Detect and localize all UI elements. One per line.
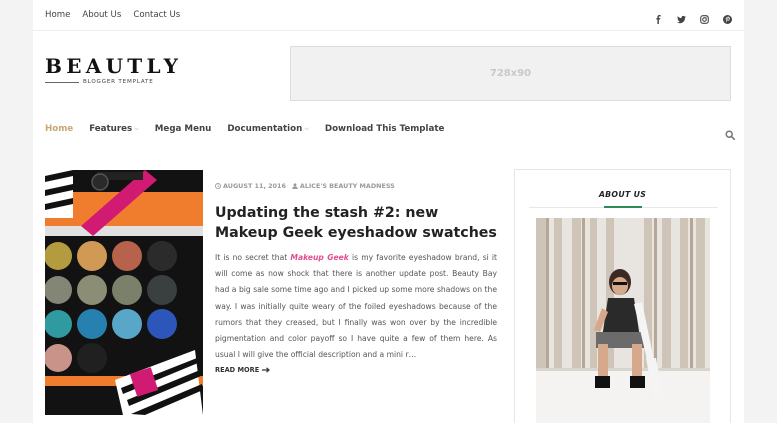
instagram-icon[interactable] xyxy=(700,9,709,24)
widget-title: ABOUT US xyxy=(598,190,647,199)
post-thumbnail[interactable] xyxy=(45,170,203,415)
logo-title: BEAUTLY xyxy=(45,54,183,78)
twitter-icon[interactable] xyxy=(677,9,686,24)
top-bar: Home About Us Contact Us xyxy=(33,0,744,31)
post-excerpt: It is no secret that Makeup Geek is my f… xyxy=(215,253,498,360)
post-author[interactable]: ALICE'S BEAUTY MADNESS xyxy=(292,182,395,190)
chevron-down-icon: ⌵ xyxy=(134,125,139,132)
top-nav-about-us[interactable]: About Us xyxy=(82,10,121,20)
about-us-image xyxy=(536,218,710,423)
social-links xyxy=(654,9,732,24)
pinterest-icon[interactable] xyxy=(723,9,732,24)
top-nav-contact-us[interactable]: Contact Us xyxy=(133,10,180,20)
ad-banner[interactable]: 728x90 xyxy=(290,46,731,101)
nav-item-mega-menu[interactable]: Mega Menu xyxy=(155,124,212,134)
excerpt-link[interactable]: Makeup Geek xyxy=(290,253,348,262)
facebook-icon[interactable] xyxy=(654,9,663,24)
top-nav-home[interactable]: Home xyxy=(45,10,70,20)
nav-item-documentation[interactable]: Documentation ⌵ xyxy=(227,124,309,134)
post-title[interactable]: Updating the stash #2: new Makeup Geek e… xyxy=(215,203,505,243)
post-meta: AUGUST 11, 2016 ALICE'S BEAUTY MADNESS xyxy=(215,182,395,190)
nav-item-download-template[interactable]: Download This Template xyxy=(325,124,445,134)
user-icon xyxy=(292,183,298,189)
nav-item-home[interactable]: Home xyxy=(45,124,73,134)
sidebar-about-widget: ABOUT US xyxy=(514,169,731,423)
read-more-link[interactable]: READ MORE xyxy=(215,366,271,374)
site-logo[interactable]: BEAUTLY BLOGGER TEMPLATE xyxy=(45,54,183,93)
nav-item-features[interactable]: Features ⌵ xyxy=(89,124,139,134)
post-date: AUGUST 11, 2016 xyxy=(215,182,286,190)
logo-subtitle: BLOGGER TEMPLATE xyxy=(83,79,154,85)
logo-divider xyxy=(45,81,79,83)
main-nav: Home Features ⌵ Mega Menu Documentation … xyxy=(45,124,460,134)
chevron-down-icon: ⌵ xyxy=(304,125,309,132)
search-icon[interactable] xyxy=(725,125,736,141)
ad-banner-label: 728x90 xyxy=(489,68,532,79)
arrow-right-icon xyxy=(262,367,271,373)
clock-icon xyxy=(215,183,221,189)
widget-divider-accent xyxy=(604,206,642,208)
top-nav: Home About Us Contact Us xyxy=(45,10,180,20)
page: Home About Us Contact Us BEAUTLY BLOGGER… xyxy=(33,0,744,423)
